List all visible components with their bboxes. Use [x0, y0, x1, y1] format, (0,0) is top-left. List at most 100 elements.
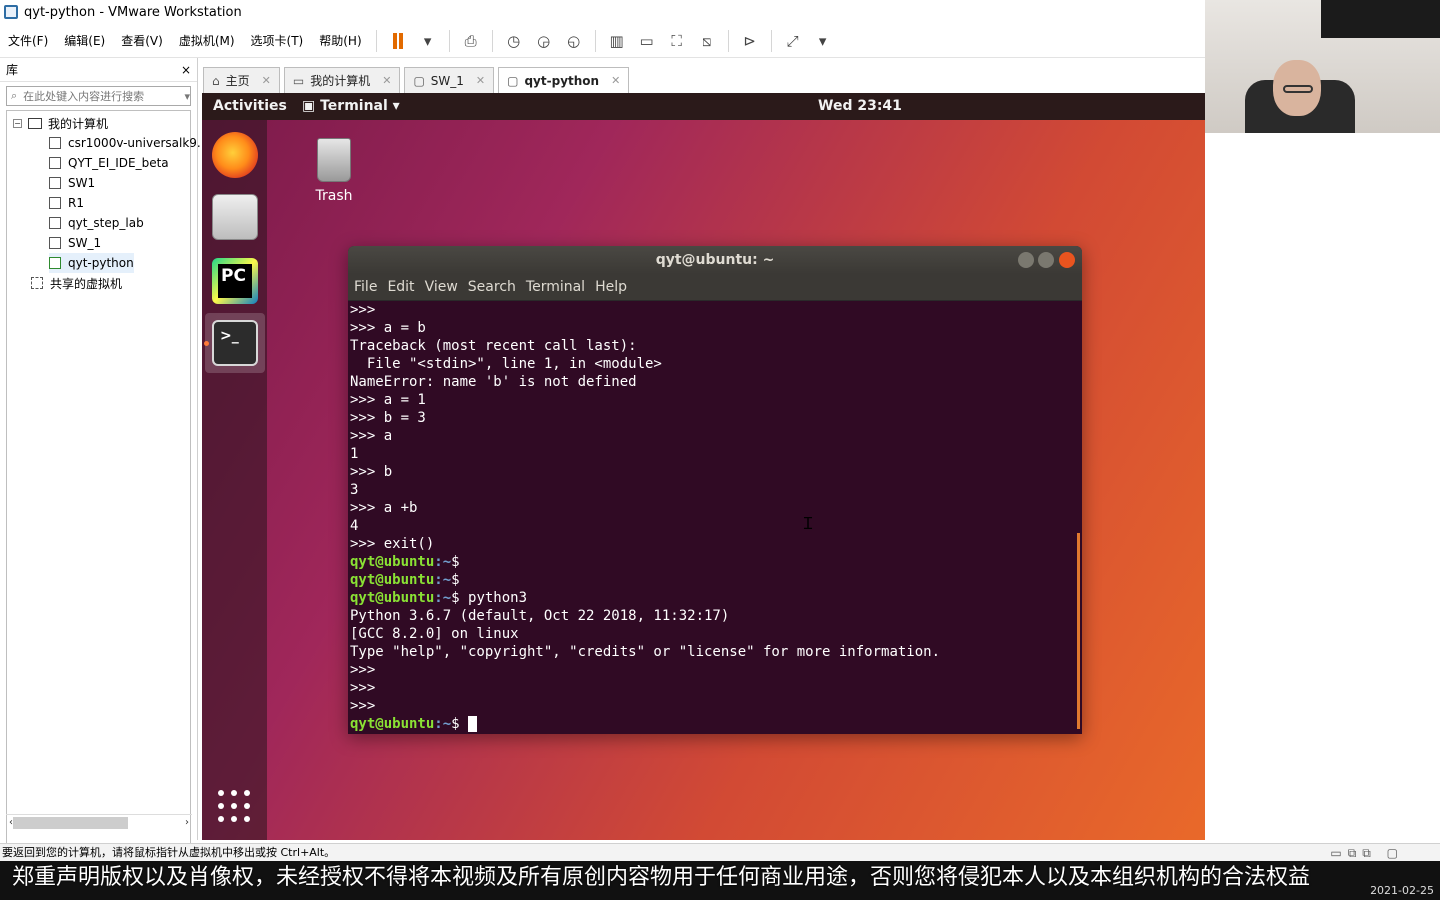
- vm-console-desktop[interactable]: Activities ▣ Terminal ▾ Wed 23:41 PC >_ …: [202, 93, 1205, 840]
- activities-button[interactable]: Activities: [213, 98, 287, 114]
- tree-item-label: SW_1: [68, 236, 102, 250]
- background-tv: [1321, 0, 1440, 38]
- scroll-right-icon[interactable]: ›: [185, 817, 189, 828]
- tab-close-icon[interactable]: ✕: [476, 74, 485, 87]
- console-view-icon[interactable]: ⊳: [738, 29, 762, 53]
- computer-icon: ▭: [292, 73, 305, 88]
- menubar: 文件(F) 编辑(E) 查看(V) 虚拟机(M) 选项卡(T) 帮助(H) ▾ …: [0, 24, 1205, 58]
- prompt-path: :~: [434, 590, 452, 606]
- firefox-icon[interactable]: [212, 132, 258, 178]
- minimize-button[interactable]: [1018, 252, 1034, 268]
- pycharm-icon[interactable]: PC: [212, 258, 258, 304]
- terminal-line: >>> a = b: [350, 320, 426, 336]
- library-close-icon[interactable]: ×: [181, 63, 191, 77]
- snapshot-icon[interactable]: ◷: [502, 29, 526, 53]
- terminal-line: File "<stdin>", line 1, in <module>: [350, 356, 662, 372]
- scroll-thumb[interactable]: [13, 816, 128, 829]
- ibeam-cursor-icon: Ｉ: [800, 514, 817, 533]
- show-applications-icon[interactable]: [218, 790, 252, 824]
- stretch-view-icon[interactable]: ⤢: [781, 29, 805, 53]
- terminal-menu-file[interactable]: File: [354, 279, 377, 295]
- tab-close-icon[interactable]: ✕: [611, 74, 620, 87]
- menu-tabs[interactable]: 选项卡(T): [243, 32, 312, 49]
- collapse-icon[interactable]: −: [13, 118, 22, 128]
- webcam-overlay: [1205, 0, 1440, 133]
- maximize-button[interactable]: [1038, 252, 1054, 268]
- tree-item-vm[interactable]: qyt_step_lab: [49, 213, 144, 233]
- tree-item-label: QYT_EI_IDE_beta: [68, 156, 169, 170]
- tree-item-vm-selected[interactable]: qyt-python: [49, 253, 134, 273]
- tab-sw1[interactable]: ▢ SW_1 ✕: [404, 67, 495, 93]
- search-dropdown-icon[interactable]: ▾: [184, 90, 190, 103]
- files-icon[interactable]: [212, 194, 258, 240]
- menu-help[interactable]: 帮助(H): [311, 32, 369, 49]
- terminal-titlebar[interactable]: qyt@ubuntu: ~: [348, 246, 1082, 274]
- terminal-scrollbar[interactable]: [1077, 533, 1080, 729]
- menu-vm[interactable]: 虚拟机(M): [171, 32, 243, 49]
- library-search-input[interactable]: ⌕ 在此处键入内容进行搜索 ▾: [6, 86, 191, 106]
- vm-icon: [49, 137, 61, 149]
- tab-home[interactable]: ⌂ 主页 ✕: [203, 67, 280, 93]
- tree-item-label: csr1000v-universalk9.: [68, 136, 201, 150]
- terminal-menu-terminal[interactable]: Terminal: [526, 279, 585, 295]
- tree-item-shared[interactable]: 共享的虚拟机: [31, 273, 122, 293]
- tab-close-icon[interactable]: ✕: [382, 74, 391, 87]
- tree-item-vm[interactable]: SW_1: [49, 233, 101, 253]
- glasses: [1283, 85, 1313, 93]
- tree-item-vm[interactable]: R1: [49, 193, 84, 213]
- vm-icon: [49, 217, 61, 229]
- tab-label: 主页: [225, 74, 250, 88]
- app-menu-label: Terminal ▾: [320, 98, 400, 114]
- revert-snapshot-icon[interactable]: ◶: [532, 29, 556, 53]
- terminal-line: NameError: name 'b' is not defined: [350, 374, 637, 390]
- terminal-window[interactable]: qyt@ubuntu: ~ File Edit View Search Term…: [348, 246, 1082, 734]
- tree-item-vm[interactable]: csr1000v-universalk9.: [49, 133, 201, 153]
- pycharm-logo: PC: [218, 264, 252, 298]
- fullscreen-icon[interactable]: ⛶: [665, 29, 689, 53]
- terminal-output[interactable]: >>> >>> a = b Traceback (most recent cal…: [348, 301, 1082, 734]
- stretch-dropdown-icon[interactable]: ▾: [811, 29, 835, 53]
- terminal-menu-help[interactable]: Help: [595, 279, 627, 295]
- tab-my-computer[interactable]: ▭ 我的计算机 ✕: [283, 67, 401, 93]
- prompt-symbol: $: [451, 590, 460, 606]
- vm-icon: [49, 197, 61, 209]
- menu-file[interactable]: 文件(F): [0, 32, 56, 49]
- tree-item-vm[interactable]: QYT_EI_IDE_beta: [49, 153, 169, 173]
- terminal-icon[interactable]: >_: [212, 320, 258, 366]
- close-button[interactable]: [1059, 252, 1075, 268]
- terminal-app-menu[interactable]: ▣ Terminal ▾: [302, 98, 400, 114]
- terminal-menubar: File Edit View Search Terminal Help: [348, 274, 1082, 301]
- terminal-menu-view[interactable]: View: [425, 279, 458, 295]
- menu-edit[interactable]: 编辑(E): [56, 32, 113, 49]
- show-library-icon[interactable]: ▥: [605, 29, 629, 53]
- prompt-path: :~: [434, 554, 452, 570]
- unity-icon[interactable]: ⧅: [695, 29, 719, 53]
- tree-item-label: R1: [68, 196, 84, 210]
- terminal-line: [GCC 8.2.0] on linux: [350, 626, 519, 642]
- terminal-line: Type "help", "copyright", "credits" or "…: [350, 644, 941, 660]
- send-ctrl-alt-del-icon[interactable]: ⎙: [459, 29, 483, 53]
- tree-item-my-computer[interactable]: − 我的计算机: [13, 113, 108, 133]
- pause-button[interactable]: [386, 29, 410, 53]
- terminal-line: >>> a = 1: [350, 392, 426, 408]
- status-bar: 要返回到您的计算机，请将鼠标指针从虚拟机中移出或按 Ctrl+Alt。 ▭⧉⧉ …: [0, 843, 1440, 861]
- thumbnail-bar-icon[interactable]: ▭: [635, 29, 659, 53]
- terminal-menu-edit[interactable]: Edit: [387, 279, 414, 295]
- tab-qyt-python[interactable]: ▢ qyt-python ✕: [498, 67, 630, 93]
- toolbar-separator: [448, 29, 450, 52]
- tree-item-vm[interactable]: SW1: [49, 173, 95, 193]
- library-horizontal-scrollbar[interactable]: ‹ ›: [6, 814, 192, 830]
- terminal-line: >>> a: [350, 428, 393, 444]
- tab-close-icon[interactable]: ✕: [262, 74, 271, 87]
- clock[interactable]: Wed 23:41: [818, 98, 902, 114]
- trash-desktop-icon[interactable]: Trash: [312, 138, 356, 204]
- toolbar-separator: [375, 29, 377, 52]
- device-status-icons[interactable]: ▭⧉⧉ ▢: [1330, 845, 1404, 862]
- menu-view[interactable]: 查看(V): [113, 32, 171, 49]
- terminal-menu-icon: ▣: [302, 98, 321, 114]
- terminal-menu-search[interactable]: Search: [468, 279, 516, 295]
- library-panel: 库 × ⌕ 在此处键入内容进行搜索 ▾ − 我的计算机 csr1000v-uni…: [0, 58, 201, 854]
- snapshot-manager-icon[interactable]: ◵: [562, 29, 586, 53]
- pause-dropdown-icon[interactable]: ▾: [416, 29, 440, 53]
- terminal-line: Python 3.6.7 (default, Oct 22 2018, 11:3…: [350, 608, 730, 624]
